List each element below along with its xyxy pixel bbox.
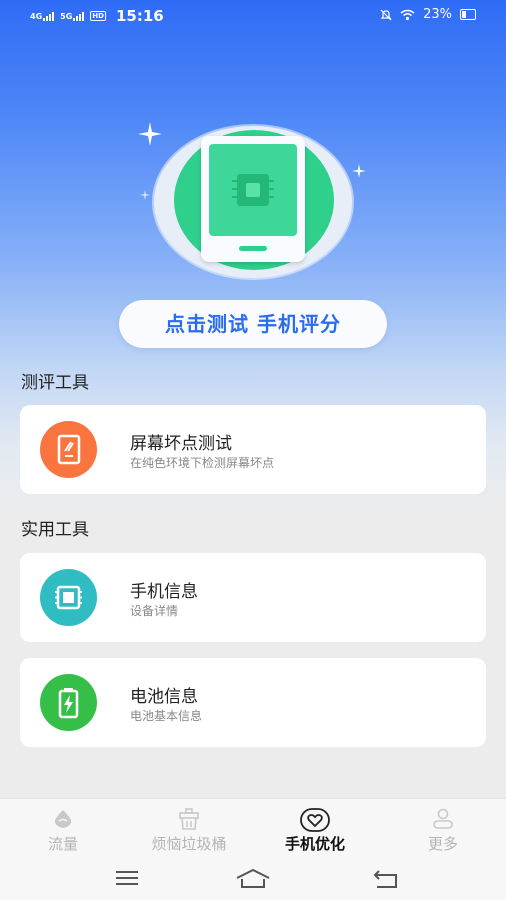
chip-pin [269, 196, 274, 198]
status-bar: 4G 5G HD 15:16 23% [0, 0, 506, 32]
back-icon [373, 870, 397, 888]
mute-icon [380, 9, 392, 20]
cell-signal-2: 5G [60, 11, 85, 21]
network-type-label: 5G [60, 12, 73, 21]
chip-pin [232, 180, 237, 182]
network-type-label: 4G [30, 12, 43, 21]
recent-apps-button[interactable] [107, 866, 147, 892]
tab-label: 流量 [47, 835, 78, 853]
card-title: 屏幕坏点测试 [130, 434, 232, 454]
traffic-icon [54, 810, 72, 828]
chip-pin [269, 180, 274, 182]
menu-icon [116, 871, 138, 885]
hd-badge: HD [90, 11, 106, 21]
chip-icon [40, 569, 97, 626]
phone-illustration-icon [201, 136, 305, 262]
tab-label: 更多 [427, 835, 458, 853]
chip-pin [232, 196, 237, 198]
back-button[interactable] [365, 866, 405, 892]
card-subtitle: 电池基本信息 [130, 709, 203, 723]
heart-icon [300, 808, 330, 832]
tab-trash[interactable]: 烦恼垃圾桶 [126, 799, 252, 859]
bottom-tab-bar: 流量 烦恼垃圾桶 手机优化 更多 [0, 798, 506, 859]
chip-pin [269, 188, 274, 190]
user-icon [433, 808, 453, 829]
signal-bars-icon [73, 11, 85, 21]
screen-test-icon [40, 421, 97, 478]
status-left: 4G 5G HD 15:16 [30, 7, 164, 25]
phone-screen [209, 144, 297, 236]
card-title: 电池信息 [130, 687, 198, 707]
card-title: 手机信息 [130, 582, 198, 602]
battery-charge-icon [40, 674, 97, 731]
hero-illustration [0, 110, 506, 280]
phone-info-card[interactable]: 手机信息 设备详情 [20, 553, 486, 642]
cell-signal-1: 4G [30, 11, 55, 21]
section-title-utilities: 实用工具 [21, 520, 89, 540]
test-score-button[interactable]: 点击测试 手机评分 [119, 300, 387, 348]
home-button[interactable] [233, 866, 273, 892]
system-nav-bar [0, 858, 506, 900]
sparkle-icon [140, 190, 150, 200]
tab-more[interactable]: 更多 [380, 799, 506, 859]
tab-phone-optimize[interactable]: 手机优化 [252, 799, 378, 859]
sparkle-icon [352, 164, 366, 178]
sparkle-icon [138, 122, 162, 146]
home-icon [236, 868, 270, 888]
clock: 15:16 [115, 7, 164, 25]
trash-icon [179, 808, 199, 830]
card-subtitle: 设备详情 [130, 604, 179, 618]
chip-pin [232, 188, 237, 190]
wifi-icon [400, 9, 415, 20]
battery-info-card[interactable]: 电池信息 电池基本信息 [20, 658, 486, 747]
tab-traffic[interactable]: 流量 [0, 799, 126, 859]
battery-icon [460, 9, 476, 20]
tab-label: 烦恼垃圾桶 [151, 835, 227, 853]
signal-bars-icon [43, 11, 55, 21]
section-title-evaluation: 测评工具 [21, 373, 89, 393]
phone-home-bar [239, 246, 267, 251]
tab-label: 手机优化 [284, 835, 345, 853]
status-right: 23% [380, 7, 476, 22]
card-subtitle: 在纯色环境下检测屏幕坏点 [130, 456, 275, 470]
chip-illustration-icon [237, 174, 269, 206]
battery-percent: 23% [423, 7, 452, 22]
screen-test-card[interactable]: 屏幕坏点测试 在纯色环境下检测屏幕坏点 [20, 405, 486, 494]
